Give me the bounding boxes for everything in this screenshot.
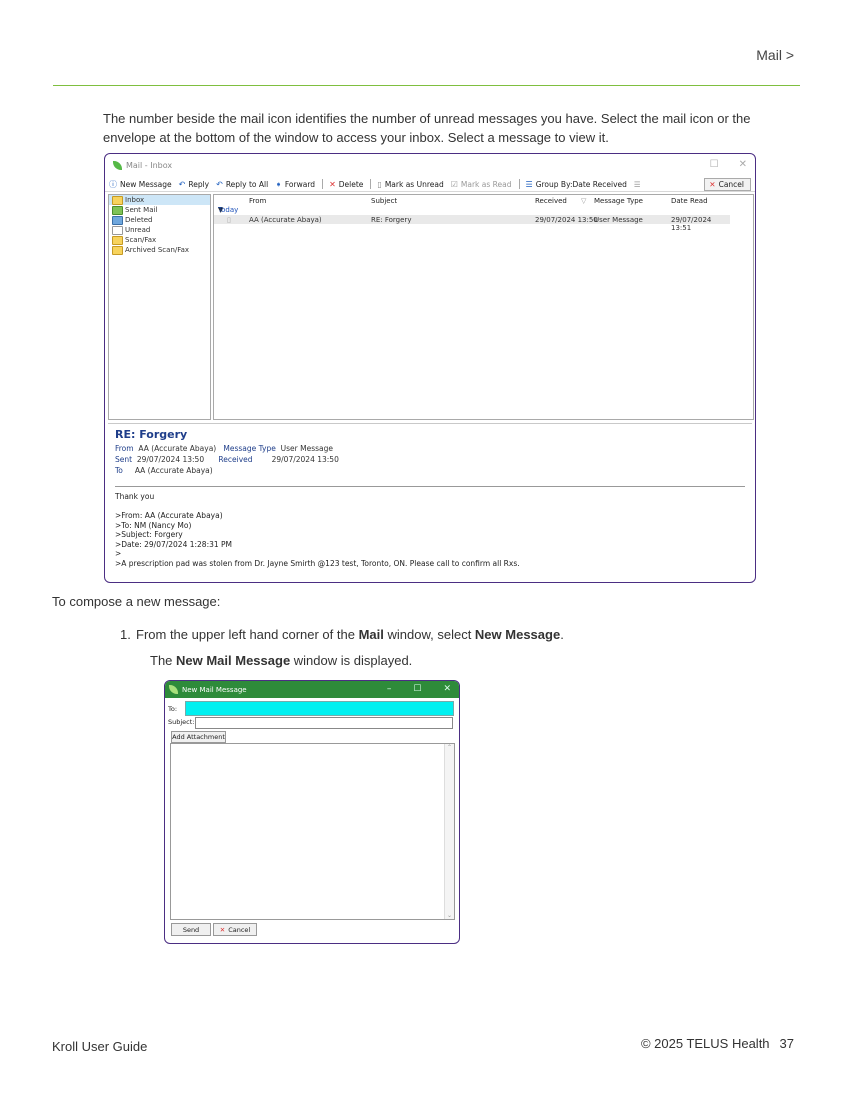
reply-icon: ↶ <box>178 179 186 189</box>
header-divider <box>53 85 800 86</box>
delete-icon: ✕ <box>329 179 336 189</box>
new-mail-titlebar: New Mail Message – ☐ ✕ <box>165 681 459 698</box>
message-list: From Subject Received ▽ Message Type Dat… <box>213 194 754 420</box>
preview-body: Thank you >From: AA (Accurate Abaya) >To… <box>115 492 520 568</box>
intro-paragraph: The number beside the mail icon identifi… <box>103 111 751 145</box>
message-row[interactable]: ▯ AA (Accurate Abaya) RE: Forgery 29/07/… <box>214 215 730 232</box>
preview-type: User Message <box>280 444 334 453</box>
list-header: From Subject Received ▽ Message Type Dat… <box>214 195 753 206</box>
reply-all-button[interactable]: ↶ Reply to All <box>216 180 268 189</box>
maximize-icon[interactable]: ☐ <box>413 684 421 694</box>
scroll-down-icon: ⌄ <box>446 912 453 919</box>
app-leaf-icon <box>169 685 178 694</box>
group-today[interactable]: ▼ Today <box>214 206 753 215</box>
maximize-icon[interactable]: ☐ <box>710 159 719 170</box>
page-number: 37 <box>779 1036 794 1051</box>
mail-inbox-window: Mail - Inbox ☐ ✕ ⓘ New Message ↶ Reply ↶ Re… <box>104 153 756 583</box>
preview-header: From AA (Accurate Abaya) Message Type Us… <box>115 444 339 475</box>
sent-icon <box>112 205 123 215</box>
new-message-icon: ⓘ <box>109 179 117 189</box>
scrollbar[interactable]: ⌃ ⌄ <box>444 744 454 919</box>
mark-unread-button[interactable]: ▯ Mark as Unread <box>377 180 443 189</box>
subject-input[interactable] <box>195 717 453 729</box>
close-icon[interactable]: ✕ <box>739 159 747 170</box>
preview-sent: 29/07/2024 13:50 <box>136 455 205 464</box>
col-from[interactable]: From <box>249 197 266 205</box>
window-controls: – ☐ ✕ <box>387 684 451 694</box>
footer-right: © 2025 TELUS Health 37 <box>641 1036 794 1051</box>
forward-button[interactable]: ➧ Forward <box>275 180 315 189</box>
footer-guide-title: Kroll User Guide <box>52 1039 148 1054</box>
folder-archived-scan-fax[interactable]: Archived Scan/Fax <box>109 245 210 255</box>
col-received[interactable]: Received <box>535 197 567 205</box>
cancel-icon: ✕ <box>709 180 716 189</box>
new-mail-title: New Mail Message <box>182 685 247 694</box>
document-icon <box>112 225 123 235</box>
list-view-icon[interactable]: ☰ <box>634 180 641 189</box>
app-leaf-icon <box>113 161 122 170</box>
folder-icon <box>112 195 123 205</box>
delete-button[interactable]: ✕ Delete <box>329 180 363 189</box>
section-header[interactable]: Mail > <box>756 47 794 63</box>
folder-tree: Inbox Sent Mail Deleted Unread Scan/Fax … <box>108 194 211 420</box>
cancel-button[interactable]: ✕ Cancel <box>213 923 257 936</box>
sort-icon: ▽ <box>581 197 587 205</box>
step-1-result: The New Mail Message window is displayed… <box>150 653 413 668</box>
to-input[interactable] <box>185 701 454 716</box>
forward-icon: ➧ <box>275 179 282 189</box>
col-subject[interactable]: Subject <box>371 197 397 205</box>
mail-titlebar: Mail - Inbox ☐ ✕ <box>105 154 755 177</box>
mark-read-button[interactable]: ☑ Mark as Read <box>451 180 512 189</box>
cancel-icon: ✕ <box>219 925 226 934</box>
cancel-button[interactable]: ✕ Cancel <box>704 178 751 191</box>
new-message-button[interactable]: ⓘ New Message <box>109 179 172 190</box>
close-icon[interactable]: ✕ <box>443 684 451 694</box>
preview-subject: RE: Forgery <box>115 428 188 441</box>
group-by-button[interactable]: ☰ Group By:Date Received <box>526 180 627 189</box>
to-label: To: <box>168 705 178 713</box>
new-mail-window: New Mail Message – ☐ ✕ To: Subject: Add … <box>164 680 460 944</box>
envelope-icon: ▯ <box>377 179 382 189</box>
preview-to: AA (Accurate Abaya) <box>134 466 213 475</box>
folder-icon <box>112 245 123 255</box>
toolbar-separator <box>322 179 324 189</box>
add-attachment-button[interactable]: Add Attachment <box>171 731 226 743</box>
folder-deleted[interactable]: Deleted <box>109 215 210 225</box>
message-body-input[interactable]: ⌃ ⌄ <box>170 743 455 920</box>
envelope-icon: ▯ <box>227 216 231 224</box>
mail-window-title: Mail - Inbox <box>126 161 173 170</box>
minimize-icon[interactable]: – <box>387 684 392 694</box>
folder-unread[interactable]: Unread <box>109 225 210 235</box>
step-1: 1. From the upper left hand corner of th… <box>120 627 564 642</box>
preview-divider <box>115 486 745 487</box>
message-preview: RE: Forgery From AA (Accurate Abaya) Mes… <box>108 423 752 581</box>
preview-from: AA (Accurate Abaya) <box>138 444 217 453</box>
compose-caption: To compose a new message: <box>52 594 221 609</box>
footer-copyright: © 2025 TELUS Health <box>640 1036 770 1051</box>
toolbar-separator <box>518 179 520 189</box>
check-icon: ☑ <box>450 179 458 189</box>
send-button[interactable]: Send <box>171 923 211 936</box>
reply-button[interactable]: ↶ Reply <box>179 180 209 189</box>
folder-sent-mail[interactable]: Sent Mail <box>109 205 210 215</box>
toolbar-separator <box>370 179 372 189</box>
window-controls: ☐ ✕ <box>710 159 747 170</box>
preview-received: 29/07/2024 13:50 <box>271 455 339 464</box>
folder-scan-fax[interactable]: Scan/Fax <box>109 235 210 245</box>
recycle-icon <box>112 215 123 225</box>
folder-inbox[interactable]: Inbox <box>109 195 210 205</box>
subject-label: Subject: <box>168 718 195 726</box>
scroll-up-icon: ⌃ <box>446 744 453 751</box>
col-message-type[interactable]: Message Type <box>594 197 643 205</box>
mail-toolbar: ⓘ New Message ↶ Reply ↶ Reply to All ➧ Forwa… <box>105 177 755 192</box>
list-icon: ☰ <box>525 179 533 189</box>
folder-icon <box>112 235 123 245</box>
col-date-read[interactable]: Date Read <box>671 197 708 205</box>
reply-all-icon: ↶ <box>216 179 223 189</box>
